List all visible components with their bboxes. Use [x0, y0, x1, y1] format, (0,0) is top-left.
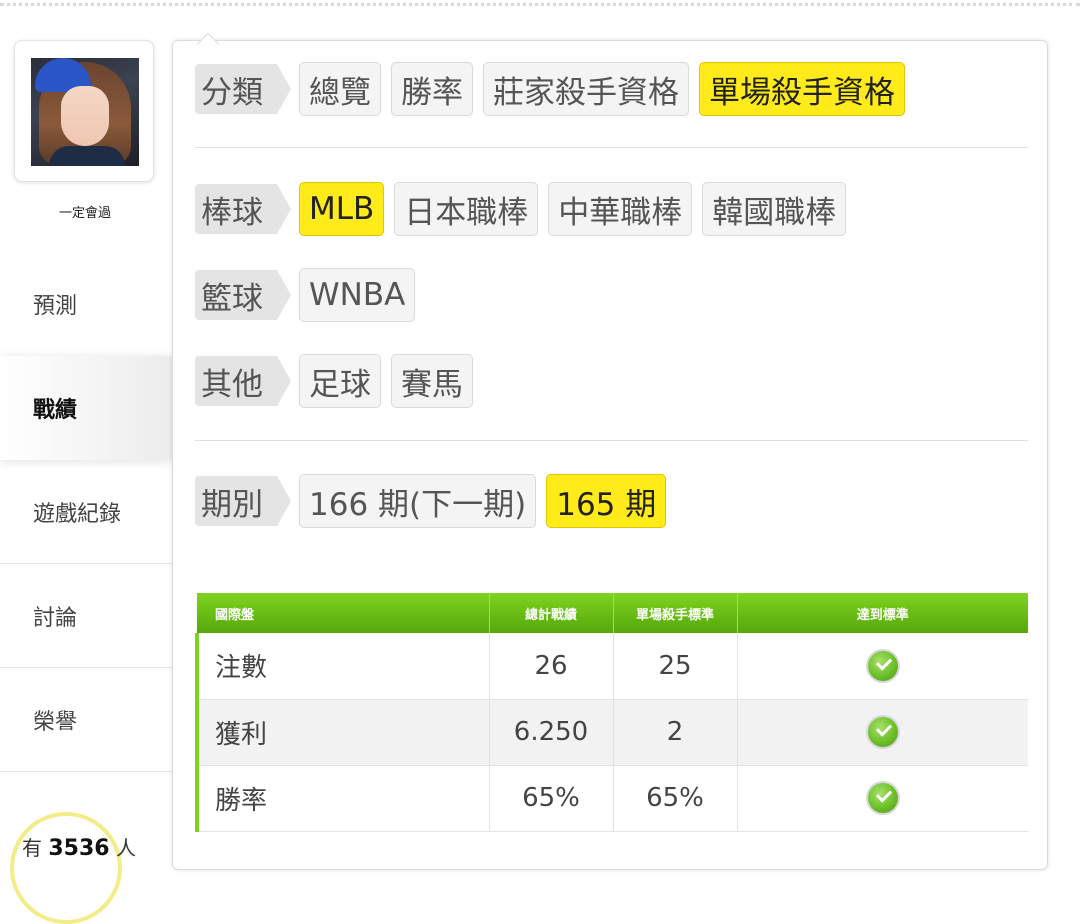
sidebar-item-predict[interactable]: 預測: [0, 252, 172, 356]
row-label: 注數: [195, 633, 490, 700]
sidebar-item-record[interactable]: 戰績: [0, 356, 172, 460]
category-chip-winrate[interactable]: 勝率: [391, 62, 473, 116]
league-chip-kbo[interactable]: 韓國職棒: [702, 182, 847, 236]
total-value: 65%: [489, 765, 614, 832]
avatar-frame[interactable]: [14, 40, 154, 182]
league-chip-npb[interactable]: 日本職棒: [394, 182, 539, 236]
category-chip-overview[interactable]: 總覽: [299, 62, 381, 116]
category-chip-single-killer[interactable]: 單場殺手資格: [699, 62, 905, 116]
league-chip-soccer[interactable]: 足球: [299, 354, 381, 408]
avatar[interactable]: [31, 58, 139, 166]
standard-value: 65%: [613, 765, 738, 832]
baseball-filter-row: 棒球 MLB 日本職棒 中華職棒 韓國職棒: [195, 182, 847, 236]
baseball-label: 棒球: [195, 184, 291, 234]
column-header: 總計戰績: [489, 593, 614, 633]
user-nickname[interactable]: 一定會過: [0, 202, 170, 221]
column-header: 達到標準: [737, 593, 1028, 633]
sidebar: 一定會過 預測 戰績 遊戲紀錄 討論 榮譽 有 3536 人: [0, 0, 175, 924]
check-icon: [867, 717, 898, 748]
period-chip-165[interactable]: 165 期: [546, 474, 667, 528]
other-filter-row: 其他 足球 賽馬: [195, 354, 473, 408]
row-label: 獲利: [195, 699, 490, 766]
basketball-label: 籃球: [195, 270, 291, 320]
category-label: 分類: [195, 64, 291, 114]
period-filter-row: 期別 166 期(下一期) 165 期: [195, 474, 667, 528]
qualification-table: 國際盤 總計戰績 單場殺手標準 達到標準 注數 26 25 獲利 6.250 2…: [195, 593, 1028, 832]
table-row: 注數 26 25: [195, 633, 1028, 700]
league-chip-cpbl[interactable]: 中華職棒: [548, 182, 693, 236]
category-filter-row: 分類 總覽 勝率 莊家殺手資格 單場殺手資格: [195, 62, 905, 116]
sidebar-item-honor[interactable]: 榮譽: [0, 668, 172, 772]
column-header: 單場殺手標準: [613, 593, 738, 633]
divider: [195, 147, 1028, 148]
table-header-row: 國際盤 總計戰績 單場殺手標準 達到標準: [197, 593, 1028, 633]
check-icon: [867, 651, 898, 681]
check-icon: [867, 783, 898, 814]
table-row: 獲利 6.250 2: [195, 699, 1028, 766]
league-chip-wnba[interactable]: WNBA: [299, 268, 416, 322]
league-chip-horse-racing[interactable]: 賽馬: [391, 354, 473, 408]
total-value: 6.250: [489, 699, 614, 766]
visitor-counter-text: 有 3536 人: [22, 836, 136, 861]
period-label: 期別: [195, 476, 291, 526]
row-label: 勝率: [195, 765, 490, 832]
period-chip-166[interactable]: 166 期(下一期): [299, 474, 537, 528]
visitor-counter-badge: [10, 812, 122, 924]
league-chip-mlb[interactable]: MLB: [299, 182, 385, 236]
standard-value: 25: [613, 633, 738, 700]
divider: [195, 440, 1028, 441]
column-header: 國際盤: [197, 593, 490, 633]
basketball-filter-row: 籃球 WNBA: [195, 268, 416, 322]
category-chip-banker-killer[interactable]: 莊家殺手資格: [483, 62, 689, 116]
standard-value: 2: [613, 699, 738, 766]
sidebar-item-discussion[interactable]: 討論: [0, 564, 172, 668]
table-row: 勝率 65% 65%: [195, 765, 1028, 832]
sidebar-item-game-history[interactable]: 遊戲紀錄: [0, 460, 172, 564]
total-value: 26: [489, 633, 614, 700]
other-label: 其他: [195, 356, 291, 406]
